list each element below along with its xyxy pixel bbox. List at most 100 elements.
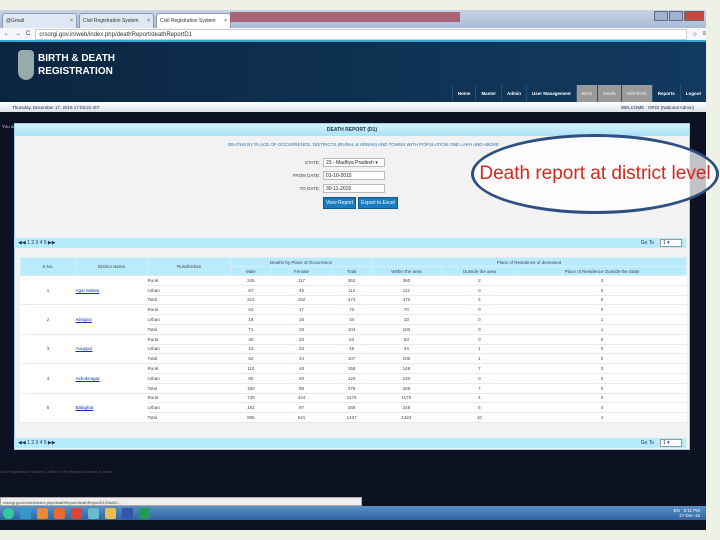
nav-user-management[interactable]: User Management [525,85,576,102]
word-icon[interactable] [122,507,133,519]
export-excel-button[interactable]: Export to Excel [358,197,398,209]
excel-icon[interactable] [139,507,150,519]
value-cell: 362 [331,275,372,286]
col-district: District Name [75,257,148,276]
area-type-cell: Rural [147,334,231,345]
window-controls [654,11,704,21]
tab-gmail[interactable]: @Gmail × [2,13,77,28]
nav-master[interactable]: Master [475,85,501,102]
callout-annotation: Death report at district level [471,134,719,214]
goto-select[interactable]: 1 ▾ [660,439,682,447]
date-bar: Thursday, December 17, 2015 17:03:22 IST… [0,102,706,112]
back-icon[interactable]: ← [4,31,10,37]
value-cell: 45 [271,285,332,296]
nav-admin[interactable]: Admin [500,85,526,102]
nav-logout[interactable]: Logout [679,85,706,102]
value-cell: 474 [331,295,372,306]
area-type-cell: Total [147,324,231,335]
value-cell: 278 [331,383,372,394]
district-cell: Alirajpur [75,304,148,335]
reload-icon[interactable]: C [26,31,30,37]
value-cell: 0 [441,324,518,335]
to-date-input[interactable]: 30-11-2015 [323,184,385,193]
page-links[interactable]: ◀◀ 1 2 3 4 5 ▶▶ [18,240,56,246]
value-cell: 1175 [371,393,442,404]
folder-icon[interactable] [105,507,116,519]
nav-death[interactable]: Death [597,85,621,102]
site-title-2: REGISTRATION [38,66,113,77]
pager-bottom: ◀◀ 1 2 3 4 5 ▶▶ Go To 1 ▾ [14,438,686,448]
page-links[interactable]: ◀◀ 1 2 3 4 5 ▶▶ [18,440,56,446]
maximize-button[interactable] [669,11,683,21]
report-form: STATE: 23 - Madhya Pradesh ▾ FROM DATE: 01… [270,158,398,209]
value-cell: 62 [230,353,272,365]
state-select[interactable]: 23 - Madhya Pradesh ▾ [323,158,385,167]
nav-still-birth[interactable]: Still Birth [620,85,652,102]
value-cell: 248 [371,402,442,414]
view-report-button[interactable]: View Report [323,197,357,209]
goto-select[interactable]: 1 ▾ [660,239,682,247]
value-cell: 23 [271,334,332,345]
value-cell: 4 [517,402,687,414]
media-icon[interactable] [37,507,48,519]
value-cell: 541 [271,412,332,423]
value-cell: 44 [371,344,442,355]
value-cell: 4 [517,412,687,423]
firefox-icon[interactable] [54,507,65,519]
nav-home[interactable]: Home [451,85,476,102]
tab-crs-1[interactable]: Civil Registration System × [79,13,154,28]
table-row: 2 Alirajpur Rural 53 17 70 70 0 0 [20,304,687,335]
col-female: Female [270,266,333,276]
value-cell: 40 [271,373,332,384]
area-type-cell: Urban [147,285,231,296]
close-icon[interactable]: × [70,18,73,24]
state-label: STATE: [304,160,320,165]
area-type-cell: Rural [147,393,231,404]
value-cell: 148 [371,363,442,374]
district-link[interactable]: Alirajpur [76,317,93,322]
from-date-input[interactable]: 01-10-2015 [323,171,385,180]
close-icon[interactable]: × [224,18,227,24]
district-link[interactable]: Balaghat [76,405,94,410]
col-within: Within the area [371,266,442,276]
district-link[interactable]: Anuppur [76,346,93,351]
group-residence: Place of Residence of deceased [371,257,687,267]
value-cell: 0 [441,373,518,384]
app-icon[interactable] [88,507,99,519]
start-icon[interactable] [3,507,14,519]
area-type-cell: Total [147,412,231,423]
minimize-button[interactable] [654,11,668,21]
nav-birth[interactable]: Birth [575,85,598,102]
value-cell: 1 [517,314,687,325]
value-cell: 1437 [331,412,372,423]
value-cell: 0 [517,373,687,384]
menu-icon[interactable]: ≡ [702,31,706,37]
value-cell: 107 [331,353,372,365]
star-icon[interactable]: ☆ [692,31,697,38]
value-cell: 0 [517,363,687,374]
ie-icon[interactable] [20,507,31,519]
value-cell: 106 [371,353,442,365]
district-link[interactable]: Agar Malwa [76,288,100,293]
table-row: 1 Agar Malwa Rural 245 117 362 360 2 0 [20,275,687,306]
sno-cell: 1 [20,275,76,306]
nav-reports[interactable]: Reports [651,85,680,102]
value-cell: 18 [230,314,272,325]
goto-value: 1 [663,240,666,246]
from-date-label: FROM DATE: [292,173,320,178]
taskbar: EN 5:11 PM 17-Dec-15 [0,506,706,520]
table-row: 5 Balaghat Rural 735 444 1179 1175 4 0 [20,393,687,423]
district-link[interactable]: Ashoknagar [76,376,100,381]
url-input[interactable]: crsorgi.gov.in/web/index.php/deathReport… [35,28,688,40]
value-cell: 88 [271,383,332,394]
forward-icon[interactable]: → [15,31,21,37]
death-report-table: S.No. District Name Rural/Urban Deaths b… [20,257,687,423]
close-icon[interactable]: × [147,18,150,24]
close-window-button[interactable] [684,11,704,21]
value-cell: 53 [230,304,272,316]
tab-label: Civil Registration System [83,18,139,24]
value-cell: 34 [331,314,372,325]
tab-crs-2[interactable]: Civil Registration System × [156,13,231,28]
chrome-icon[interactable] [71,507,82,519]
site-logo[interactable]: BIRTH & DEATH REGISTRATION [18,50,115,80]
